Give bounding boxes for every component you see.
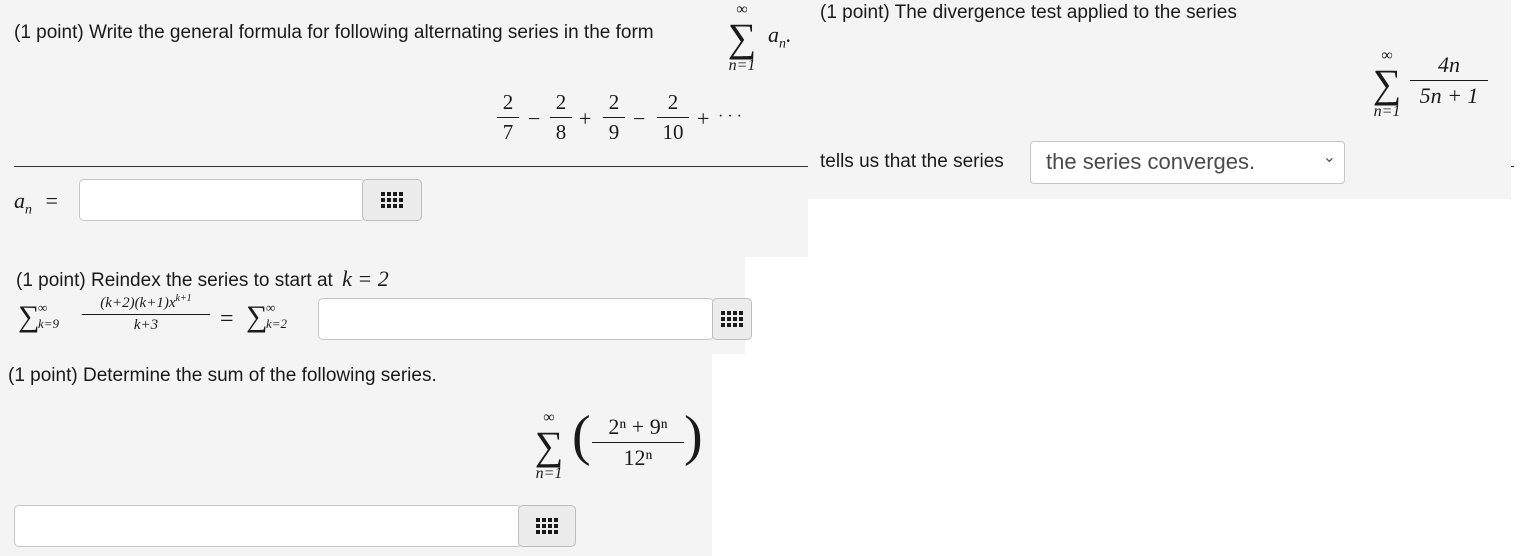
sum-input[interactable] [14,505,522,547]
series-op: + [579,106,592,131]
rhs-bounds: ∞ k=2 [266,300,288,331]
series-term: 29 [603,90,625,145]
equals-sign: = [220,306,234,332]
equation-palette-button[interactable] [518,505,576,547]
sum-notation: ∞ ∑ n=1 [724,2,760,74]
sum-notation: ∞ ∑ n=1 [534,409,564,482]
lhs-bounds: ∞ k=9 [38,300,60,331]
select-value: the series converges. [1046,149,1256,174]
an-input[interactable] [79,179,365,221]
answer-label-an: an = [14,188,58,218]
grid-icon [381,192,403,208]
series-op: + [697,106,710,131]
series-ellipsis: · · · [718,108,742,125]
left-paren: ( [572,405,591,467]
conclusion-select[interactable]: the series converges. ⌄ [1030,141,1345,184]
grid-icon [721,311,743,327]
equation-palette-button[interactable] [362,179,422,221]
chevron-down-icon: ⌄ [1322,149,1336,166]
term-an: an. [768,22,792,52]
problem-4-prompt: (1 point) Determine the sum of the follo… [8,365,437,386]
sum-symbol: ∑ [727,15,757,60]
rhs-sum: ∑ [246,300,268,333]
series-term: 28 [550,90,572,145]
problem-3-prompt: (1 point) Reindex the series to start at… [16,266,389,291]
lhs-fraction: (k+2)(k+1)xk+1 k+3 [82,293,210,334]
grid-icon [536,518,558,534]
sum-notation: ∞ ∑ n=1 [1372,47,1402,120]
conclusion-label: tells us that the series [820,151,1004,172]
problem-1-prompt: (1 point) Write the general formula for … [14,22,654,43]
series-fraction: 4n 5n + 1 [1410,52,1488,109]
lhs-sum: ∑ [18,300,40,333]
series-op: − [633,106,646,131]
series-op: − [528,106,541,131]
series-term: 27 [497,90,519,145]
problem-2-prompt: (1 point) The divergence test applied to… [820,2,1237,23]
series-term: 2 10 [657,90,689,145]
equation-palette-button[interactable] [712,298,752,340]
sum-lower: n=1 [728,57,756,74]
series-fraction: 2ⁿ + 9ⁿ 12ⁿ [592,414,684,471]
reindex-input[interactable] [318,298,714,340]
right-paren: ) [684,405,703,467]
